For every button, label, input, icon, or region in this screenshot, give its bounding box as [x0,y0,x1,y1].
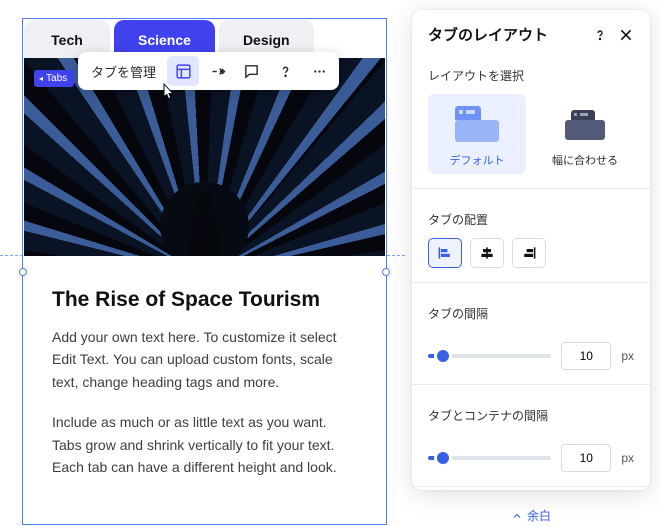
container-gap-control: 10 px [428,444,634,472]
layout-options: デフォルト 幅に合わせる [428,94,634,174]
more-icon[interactable] [303,56,335,86]
panel-footer-padding[interactable]: 余白 [428,501,634,524]
section-label-container-gap: タブとコンテナの間隔 [428,407,634,424]
section-label-layout: レイアウトを選択 [428,67,634,84]
divider [412,188,650,189]
layout-option-fit[interactable]: 幅に合わせる [536,94,634,174]
divider [412,384,650,385]
animation-icon[interactable] [201,56,233,86]
unit-label: px [621,349,634,363]
container-gap-slider[interactable] [428,450,551,466]
divider [412,282,650,283]
layout-option-default[interactable]: デフォルト [428,94,526,174]
panel-header: タブのレイアウト [428,24,634,45]
selection-outline [22,18,387,525]
help-icon[interactable] [269,56,301,86]
panel-title: タブのレイアウト [428,24,548,45]
container-gap-input[interactable]: 10 [561,444,611,472]
align-left-button[interactable] [428,238,462,268]
layout-option-fit-label: 幅に合わせる [542,152,628,168]
layout-option-default-label: デフォルト [434,152,520,168]
tab-gap-slider[interactable] [428,348,551,364]
section-label-tab-gap: タブの間隔 [428,305,634,322]
manage-tabs-button[interactable]: タブを管理 [82,56,165,86]
unit-label: px [621,451,634,465]
align-center-button[interactable] [470,238,504,268]
divider [412,486,650,487]
resize-handle-left[interactable] [19,268,27,276]
panel-help-icon[interactable] [592,27,608,43]
close-icon[interactable] [618,27,634,43]
tabs-layout-panel: タブのレイアウト レイアウトを選択 デフォルト 幅に合わせる タブの配置 [412,10,650,490]
editor-canvas: Tech Science Design ◂ Tabs The Rise of S… [0,0,405,526]
align-right-button[interactable] [512,238,546,268]
section-label-align: タブの配置 [428,211,634,228]
align-options [428,238,634,268]
pointer-cursor-icon [159,82,176,106]
tab-gap-input[interactable]: 10 [561,342,611,370]
comment-icon[interactable] [235,56,267,86]
resize-handle-right[interactable] [382,268,390,276]
layout-thumb-default-icon [451,104,503,144]
panel-footer-label: 余白 [527,507,551,524]
layout-thumb-fit-icon [559,104,611,144]
floating-toolbar: タブを管理 [78,52,339,90]
tab-gap-control: 10 px [428,342,634,370]
